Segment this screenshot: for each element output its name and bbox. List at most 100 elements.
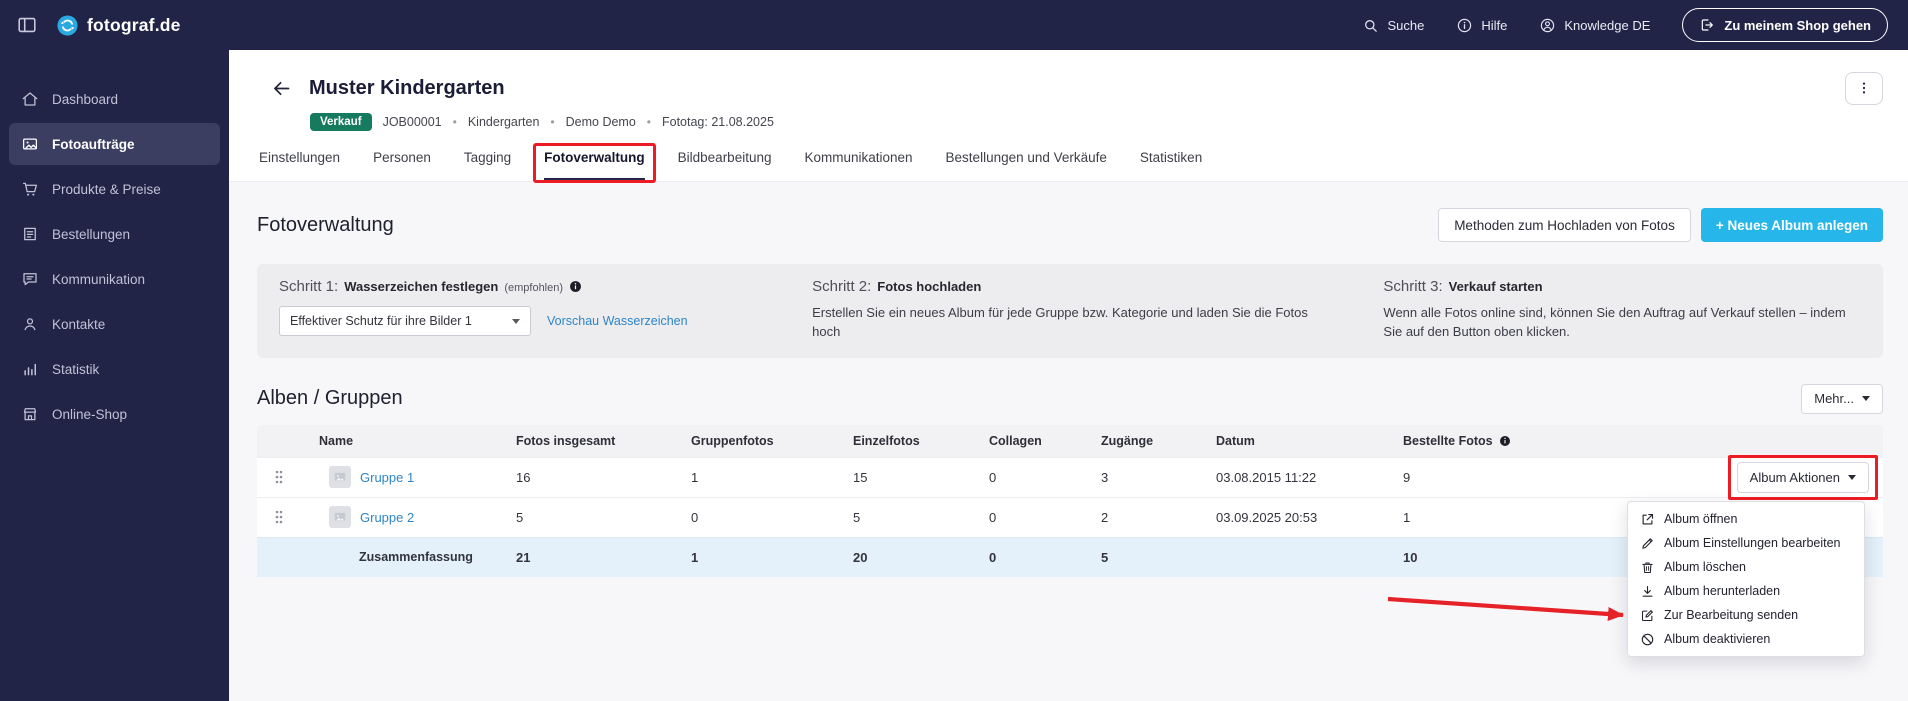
tab-einstellungen[interactable]: Einstellungen [259,150,340,181]
sidebar-item-label: Produkte & Preise [52,181,161,197]
trash-icon [1640,560,1655,575]
brand-logo[interactable]: fotograf.de [56,14,181,37]
summary-label: Zusammenfassung [359,550,473,565]
separator-dot [453,113,457,131]
watermark-select-value: Effektiver Schutz für ihre Bilder 1 [290,314,472,328]
col-single-photos[interactable]: Einzelfotos [853,434,989,448]
edit-box-icon [1640,608,1655,623]
col-accesses[interactable]: Zugänge [1101,434,1216,448]
tab-kommunikationen[interactable]: Kommunikationen [804,150,912,181]
album-actions-button[interactable]: Album Aktionen [1736,461,1869,493]
step3-body: Wenn alle Fotos online sind, können Sie … [1383,305,1846,339]
step2-body: Erstellen Sie ein neues Album für jede G… [812,305,1308,339]
sidebar-item-bestellungen[interactable]: Bestellungen [9,213,220,255]
job-meta: Verkauf JOB00001 Kindergarten Demo Demo … [257,113,1883,131]
col-group-photos[interactable]: Gruppenfotos [691,434,853,448]
job-fototag: Fototag: 21.08.2025 [662,115,774,129]
chevron-down-icon [1862,396,1870,402]
step-1: Schritt 1: Wasserzeichen festlegen (empf… [279,278,766,342]
back-button[interactable] [271,78,292,99]
cell-total: 16 [516,469,531,485]
sidebar-item-kommunikation[interactable]: Kommunikation [9,258,220,300]
cell-accesses: 2 [1101,509,1109,525]
col-collages[interactable]: Collagen [989,434,1101,448]
chevron-down-icon [1848,474,1856,480]
sidebar: Dashboard Fotoaufträge Produkte & Preise… [0,50,229,701]
section-title: Fotoverwaltung [257,213,394,236]
tab-bestellungen-verkaeufe[interactable]: Bestellungen und Verkäufe [946,150,1107,181]
tab-bildbearbeitung[interactable]: Bildbearbeitung [678,150,772,181]
go-to-shop-button[interactable]: Zu meinem Shop gehen [1682,8,1888,42]
sidebar-item-produkte-preise[interactable]: Produkte & Preise [9,168,220,210]
image-icon [334,473,346,482]
stats-icon [24,363,36,376]
watermark-select[interactable]: Effektiver Schutz für ihre Bilder 1 [279,306,531,336]
tab-fotoverwaltung[interactable]: Fotoverwaltung [533,143,656,183]
col-date[interactable]: Datum [1216,434,1403,448]
col-name[interactable]: Name [301,434,516,448]
sidebar-item-dashboard[interactable]: Dashboard [9,78,220,120]
status-badge: Verkauf [310,113,372,131]
album-link[interactable]: Gruppe 1 [360,470,414,485]
menu-item-album-loeschen[interactable]: Album löschen [1628,555,1864,579]
summary-collages: 0 [989,549,997,565]
topbar: fotograf.de Suche Hilfe Knowledge DE Zu … [0,0,1908,50]
tab-statistiken[interactable]: Statistiken [1140,150,1202,181]
menu-item-album-einstellungen-bearbeiten[interactable]: Album Einstellungen bearbeiten [1628,531,1864,555]
new-album-button[interactable]: + Neues Album anlegen [1700,208,1883,242]
drag-handle-icon[interactable] [273,509,285,525]
cell-collages: 0 [989,469,997,485]
album-thumbnail [329,506,351,529]
more-options-button[interactable] [1845,71,1883,105]
menu-item-label: Album herunterladen [1664,584,1781,598]
step2-title: Fotos hochladen [877,279,982,294]
sidebar-item-online-shop[interactable]: Online-Shop [9,393,220,435]
image-icon [334,513,346,522]
album-thumbnail [329,466,351,489]
col-total[interactable]: Fotos insgesamt [516,434,691,448]
contacts-icon [24,318,36,331]
albums-title: Alben / Gruppen [257,387,403,410]
menu-item-label: Album deaktivieren [1664,632,1771,646]
cell-collages: 0 [989,509,997,525]
menu-item-album-oeffnen[interactable]: Album öffnen [1628,507,1864,531]
menu-item-album-deaktivieren[interactable]: Album deaktivieren [1628,627,1864,651]
watermark-preview-link[interactable]: Vorschau Wasserzeichen [547,314,688,328]
drag-handle-icon[interactable] [273,469,285,485]
menu-item-label: Album löschen [1664,560,1746,574]
topbar-actions: Suche Hilfe Knowledge DE Zu meinem Shop … [1362,8,1888,42]
upload-methods-button[interactable]: Methoden zum Hochladen von Fotos [1438,208,1691,242]
sidebar-item-kontakte[interactable]: Kontakte [9,303,220,345]
col-ordered[interactable]: Bestellte Fotos [1403,434,1561,448]
sidebar-toggle-icon[interactable] [16,14,38,36]
tab-personen[interactable]: Personen [373,150,431,181]
sidebar-item-statistik[interactable]: Statistik [9,348,220,390]
summary-ordered: 10 [1403,549,1418,565]
arrow-left-icon [274,81,290,95]
more-button-label: Mehr... [1814,391,1854,407]
sidebar-item-label: Dashboard [52,91,119,107]
search-button[interactable]: Suche [1362,17,1424,34]
cell-group-photos: 0 [691,509,699,525]
summary-total: 21 [516,549,531,565]
summary-group-photos: 1 [691,549,699,565]
sidebar-item-fotoauftraege[interactable]: Fotoaufträge [9,123,220,165]
help-button[interactable]: Hilfe [1456,17,1507,34]
page-title: Muster Kindergarten [309,76,505,99]
step-2: Schritt 2: Fotos hochladen Erstellen Sie… [812,278,1337,342]
cart-icon [22,182,38,196]
cell-ordered: 1 [1403,509,1411,525]
open-external-icon [1640,512,1655,527]
table-row: Gruppe 1 16 1 15 0 3 03.08.2015 11:22 9 … [257,454,1883,500]
more-button[interactable]: Mehr... [1801,383,1883,414]
step3-prefix: Schritt 3: [1383,278,1443,295]
album-link[interactable]: Gruppe 2 [360,510,414,525]
knowledge-button[interactable]: Knowledge DE [1539,17,1650,34]
sidebar-item-label: Statistik [52,361,100,377]
tab-tagging[interactable]: Tagging [464,150,511,181]
menu-item-zur-bearbeitung-senden[interactable]: Zur Bearbeitung senden [1628,603,1864,627]
brand-logo-icon [56,14,79,37]
job-owner: Demo Demo [565,115,636,129]
menu-item-album-herunterladen[interactable]: Album herunterladen [1628,579,1864,603]
cell-date: 03.08.2015 11:22 [1216,469,1317,485]
